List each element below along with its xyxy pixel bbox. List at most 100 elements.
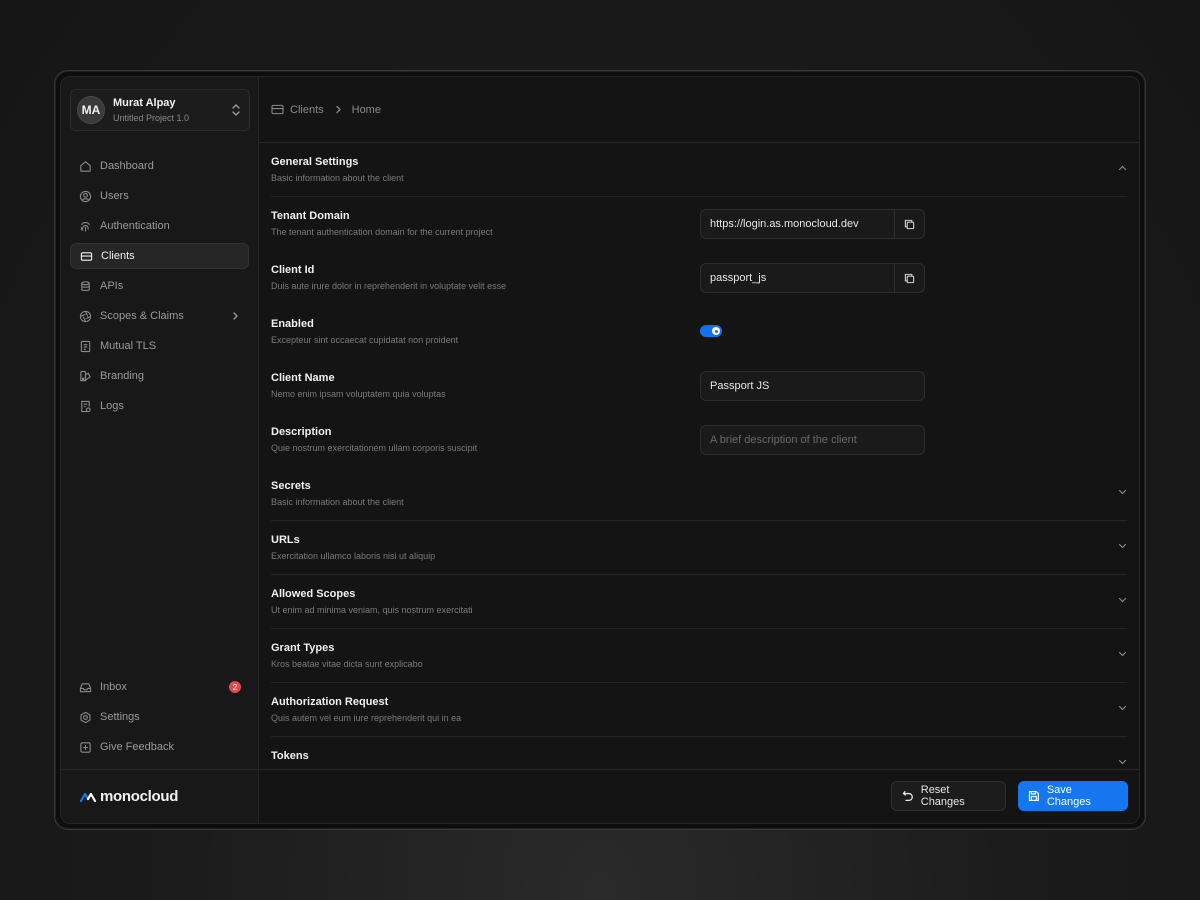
reset-changes-label: Reset Changes	[920, 784, 965, 808]
section-grant-types[interactable]: Grant Types Kros beatae vitae dicta sunt…	[271, 629, 1127, 683]
sidebar-item-logs[interactable]: Logs	[70, 393, 249, 419]
section-secrets[interactable]: Secrets Basic information about the clie…	[271, 467, 1127, 521]
section-title: Authorization Request	[271, 696, 389, 708]
sidebar-item-settings[interactable]: Settings	[70, 704, 249, 730]
field-label: Client Name	[271, 372, 335, 384]
client-name-field	[700, 371, 925, 401]
sidebar-item-dashboard[interactable]: Dashboard	[70, 153, 249, 179]
section-subtitle: Basic information about the client	[271, 497, 404, 507]
palette-icon	[80, 370, 91, 381]
inbox-count-badge: 2	[229, 681, 241, 693]
account-name: Murat Alpay	[113, 96, 176, 109]
main-panel: Clients Home General Settings Basic info…	[259, 77, 1139, 823]
avatar: MA	[77, 96, 105, 124]
section-subtitle: Quis autem vel eum iure reprehenderit qu…	[271, 713, 462, 723]
enabled-row: Enabled Excepteur sint occaecat cupidata…	[271, 305, 1127, 359]
section-urls[interactable]: URLs Exercitation ullamco laboris nisi u…	[271, 521, 1127, 575]
section-title: Tokens	[271, 750, 309, 762]
field-description: Quie nostrum exercitationem ullam corpor…	[271, 443, 478, 453]
fingerprint-icon	[80, 221, 90, 232]
sidebar-item-label: Logs	[100, 400, 124, 412]
sidebar-item-label: Authentication	[100, 220, 170, 232]
sidebar-item-label: Settings	[100, 711, 140, 723]
section-subtitle: Ut enim ad minima veniam, quis nostrum e…	[271, 605, 473, 615]
save-changes-button[interactable]: Save Changes	[1018, 781, 1128, 811]
copy-icon	[904, 219, 915, 229]
copy-icon	[904, 273, 915, 283]
sidebar: MA Murat Alpay Untitled Project 1.0 Dash…	[61, 77, 259, 823]
copy-tenant-domain-button[interactable]	[894, 210, 924, 238]
user-icon	[79, 190, 92, 202]
section-subtitle: Kros beatae vitae dicta sunt explicabo	[271, 659, 423, 669]
chevron-right-icon	[233, 312, 238, 320]
sidebar-item-label: Branding	[100, 370, 145, 382]
client-name-input[interactable]	[701, 372, 924, 400]
card-icon	[271, 104, 284, 115]
description-field	[700, 425, 925, 455]
app-window: MA Murat Alpay Untitled Project 1.0 Dash…	[60, 76, 1140, 824]
description-input[interactable]	[701, 426, 924, 454]
home-icon	[80, 160, 91, 172]
general-settings-header[interactable]: General Settings Basic information about…	[271, 143, 1127, 197]
sidebar-item-mutual-tls[interactable]: Mutual TLS	[70, 333, 249, 359]
field-label: Enabled	[271, 318, 314, 330]
section-title: URLs	[271, 534, 300, 546]
action-footer: Reset Changes Save Changes	[259, 769, 1139, 823]
reset-changes-button[interactable]: Reset Changes	[891, 781, 1006, 811]
sidebar-item-inbox[interactable]: Inbox 2	[70, 674, 249, 700]
monocloud-logo-icon	[79, 792, 97, 802]
sidebar-item-apis[interactable]: APIs	[70, 273, 249, 299]
sidebar-item-label: Give Feedback	[100, 741, 174, 753]
chevron-down-icon	[1118, 651, 1127, 657]
sidebar-item-users[interactable]: Users	[70, 183, 249, 209]
enabled-toggle[interactable]	[700, 325, 722, 337]
field-label: Description	[271, 426, 332, 438]
sidebar-item-give-feedback[interactable]: Give Feedback	[70, 734, 249, 760]
save-changes-label: Save Changes	[1046, 784, 1091, 808]
card-icon	[80, 251, 93, 261]
chevron-up-icon	[1118, 165, 1127, 171]
field-description: Nemo enim ipsam voluptatem quia voluptas	[271, 389, 446, 399]
description-row: Description Quie nostrum exercitationem …	[271, 413, 1127, 467]
section-subtitle: Exercitation ullamco laboris nisi ut ali…	[271, 551, 436, 561]
toggle-knob	[712, 327, 720, 335]
section-tokens[interactable]: Tokens	[271, 737, 1127, 771]
section-title: Grant Types	[271, 642, 335, 654]
field-description: Duis aute irure dolor in reprehenderit i…	[271, 281, 507, 291]
settings-content: General Settings Basic information about…	[259, 143, 1139, 771]
sidebar-item-label: Users	[100, 190, 129, 202]
field-label: Tenant Domain	[271, 210, 350, 222]
section-authorization-request[interactable]: Authorization Request Quis autem vel eum…	[271, 683, 1127, 737]
document-icon	[80, 340, 91, 352]
field-description: Excepteur sint occaecat cupidatat non pr…	[271, 335, 459, 345]
breadcrumb-item-clients[interactable]: Clients	[290, 104, 324, 116]
sidebar-item-label: APIs	[100, 280, 124, 292]
tenant-domain-field: https://login.as.monocloud.dev	[700, 209, 925, 239]
client-id-value: passport_js	[710, 272, 767, 284]
brand-name: monocloud	[100, 788, 179, 805]
chevron-down-icon	[1118, 705, 1127, 711]
client-name-row: Client Name Nemo enim ipsam voluptatem q…	[271, 359, 1127, 413]
section-subtitle: Basic information about the client	[271, 173, 404, 183]
section-title: General Settings	[271, 156, 359, 168]
sidebar-item-label: Scopes & Claims	[100, 310, 184, 322]
chevron-down-icon	[1118, 597, 1127, 603]
brand: monocloud	[61, 769, 258, 823]
chevron-up-down-icon	[232, 104, 240, 116]
account-switcher[interactable]: MA Murat Alpay Untitled Project 1.0	[70, 89, 250, 131]
sidebar-item-authentication[interactable]: Authentication	[70, 213, 249, 239]
project-name: Untitled Project 1.0	[113, 112, 190, 123]
sidebar-item-label: Inbox	[100, 681, 127, 693]
sidebar-item-scopes-claims[interactable]: Scopes & Claims	[70, 303, 249, 329]
chevron-down-icon	[1118, 543, 1127, 549]
sidebar-item-branding[interactable]: Branding	[70, 363, 249, 389]
chevron-right-icon	[335, 105, 341, 114]
section-allowed-scopes[interactable]: Allowed Scopes Ut enim ad minima veniam,…	[271, 575, 1127, 629]
tenant-domain-value: https://login.as.monocloud.dev	[710, 218, 859, 230]
sidebar-item-clients[interactable]: Clients	[70, 243, 249, 269]
log-file-icon	[81, 400, 91, 412]
field-description: The tenant authentication domain for the…	[271, 227, 493, 237]
copy-client-id-button[interactable]	[894, 264, 924, 292]
client-id-field: passport_js	[700, 263, 925, 293]
breadcrumb-item-home[interactable]: Home	[352, 104, 381, 116]
